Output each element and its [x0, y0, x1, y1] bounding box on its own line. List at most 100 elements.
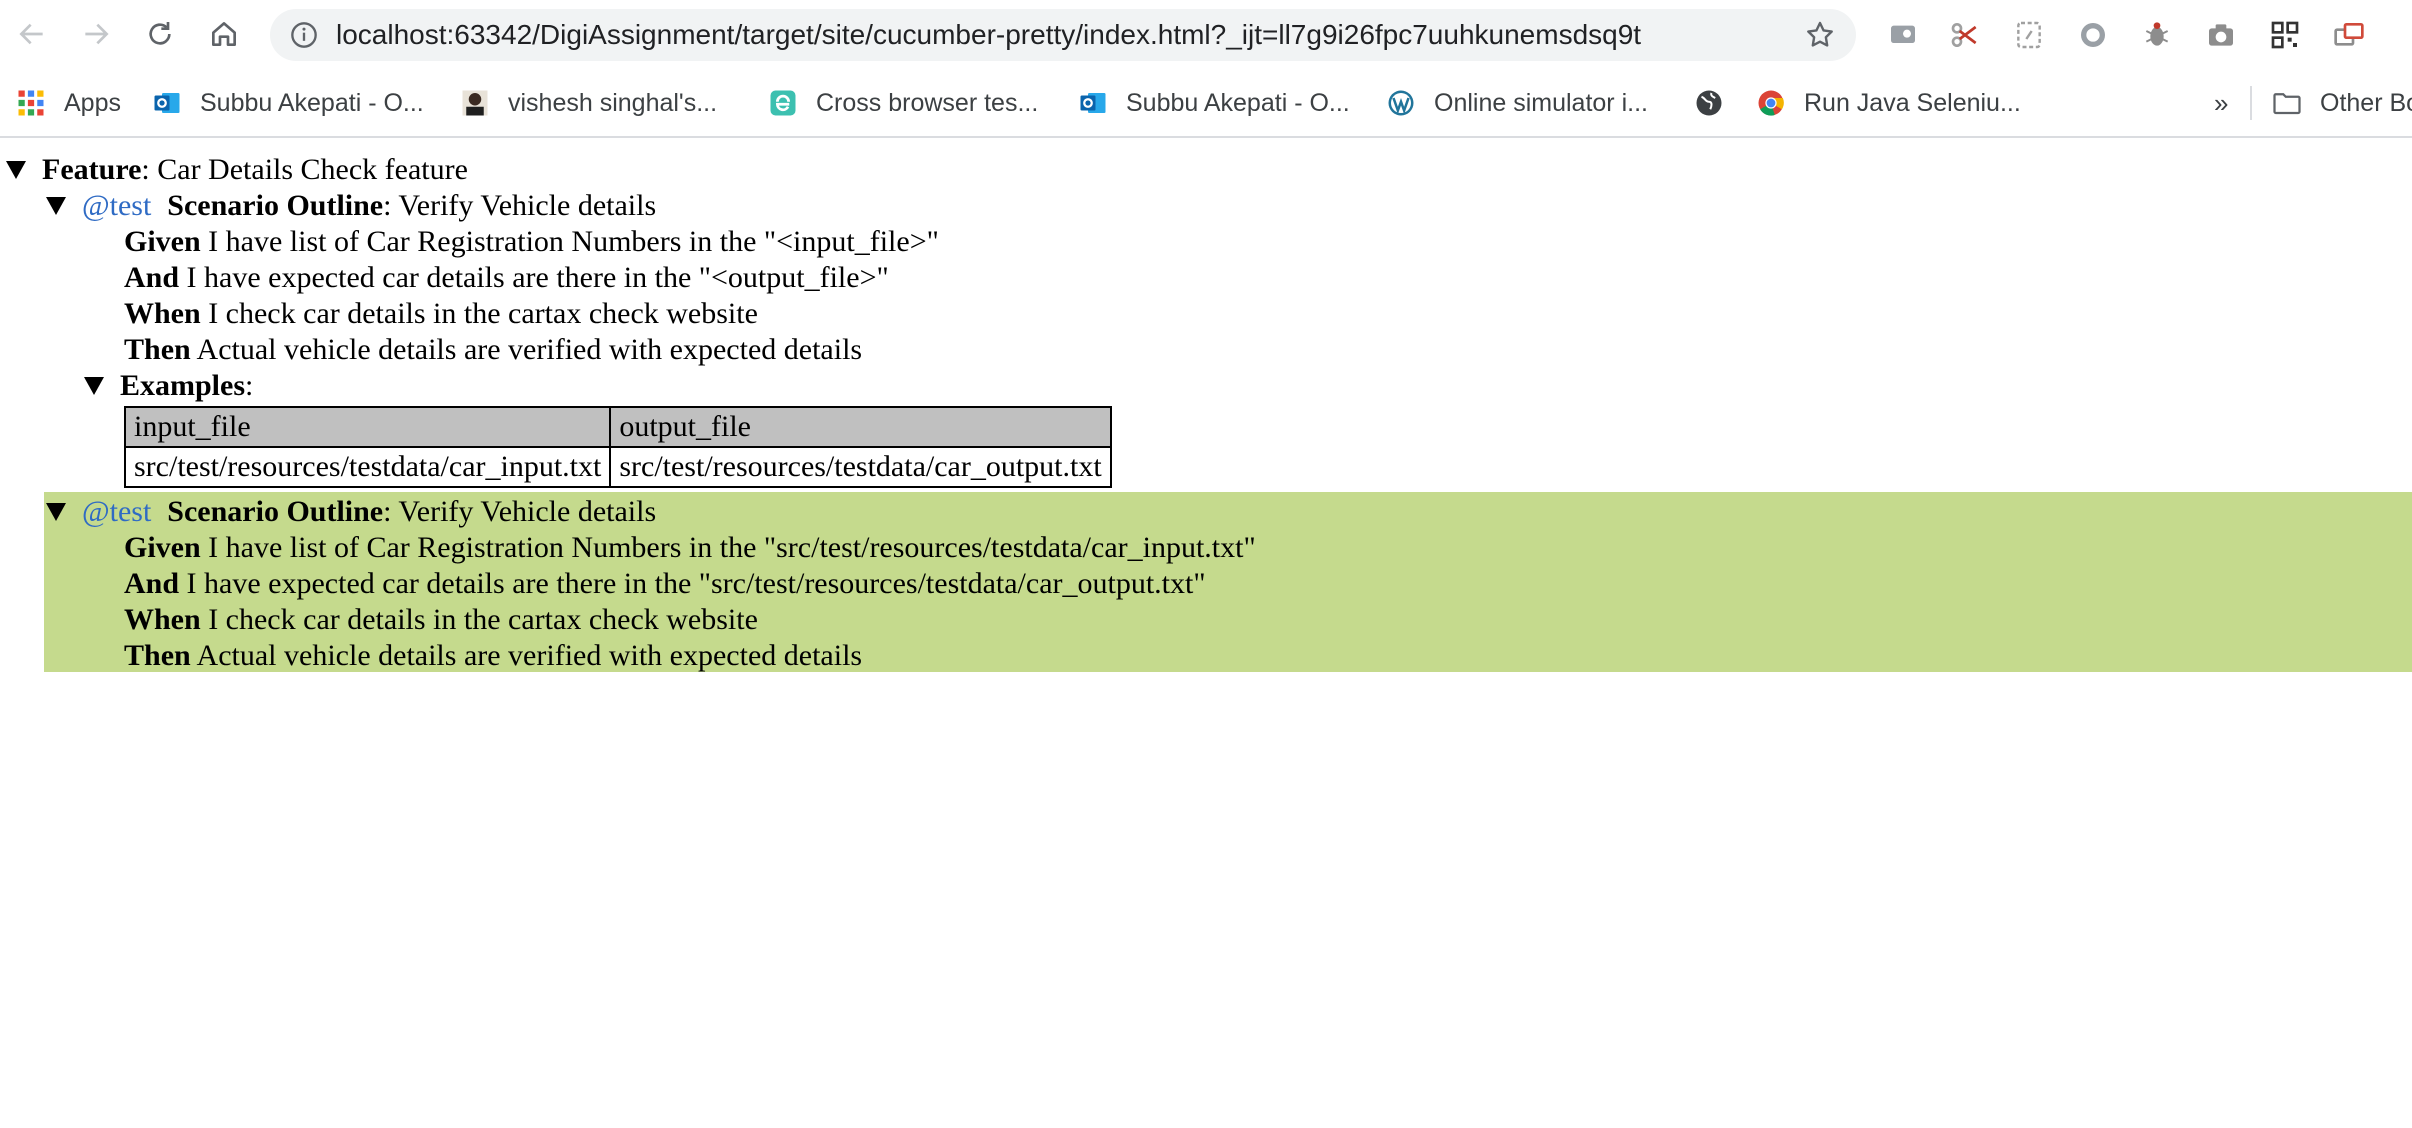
table-cell: src/test/resources/testdata/car_input.tx…	[123, 446, 612, 488]
step-keyword: Then	[124, 333, 191, 366]
back-button[interactable]	[12, 14, 52, 54]
examples-table: input_file output_file src/test/resource…	[123, 406, 1112, 488]
bookmark-vishesh[interactable]: vishesh singhal's...	[460, 70, 717, 136]
cast-icon	[1891, 25, 1915, 43]
step-text: I check car details in the cartax check …	[200, 603, 758, 636]
bookmark-other[interactable]: Other Bo	[2272, 70, 2412, 136]
step-text: I check car details in the cartax check …	[200, 297, 758, 330]
step-keyword: Then	[124, 639, 191, 672]
scenario-keyword: Scenario Outline	[167, 189, 384, 222]
reload-icon	[149, 22, 171, 45]
bookmark-label: Other Bo	[2320, 88, 2412, 117]
extension-scissors-button[interactable]	[1948, 18, 1982, 52]
bookmark-label: Cross browser tes...	[816, 88, 1039, 117]
bookmarks-bar: Apps Subbu Akepati - O... vishesh singha…	[0, 70, 2412, 138]
outlook-icon	[154, 93, 180, 113]
bookmark-outlook-2[interactable]: Subbu Akepati - O...	[1078, 70, 1350, 136]
step-text: Actual vehicle details are verified with…	[190, 639, 863, 672]
home-button[interactable]	[204, 14, 244, 54]
bookmark-star-icon[interactable]	[1804, 19, 1836, 51]
scenario-outline-header[interactable]: @test Scenario Outline: Verify Vehicle de…	[46, 188, 656, 224]
step-text: I have expected car details are there in…	[179, 261, 889, 294]
step: Then Actual vehicle details are verified…	[124, 332, 862, 368]
site-info-icon[interactable]	[290, 21, 318, 49]
chrome-icon	[1758, 90, 1784, 116]
forward-button[interactable]	[76, 14, 116, 54]
apps-grid-icon	[18, 90, 44, 116]
collapse-triangle-icon[interactable]	[46, 503, 66, 522]
step-keyword: Given	[124, 225, 201, 258]
extension-cast-button[interactable]	[1886, 18, 1920, 52]
step-keyword: Given	[124, 531, 201, 564]
bookmark-label: Subbu Akepati - O...	[200, 88, 424, 117]
qr-code-icon	[2271, 21, 2299, 49]
step: Given I have list of Car Registration Nu…	[124, 530, 1256, 566]
scenario-name: : Verify Vehicle details	[383, 495, 657, 528]
bookmark-apps[interactable]: Apps	[16, 70, 121, 136]
bookmarks-overflow-button[interactable]: »	[2214, 70, 2228, 136]
url-text[interactable]: localhost:63342/DigiAssignment/target/si…	[336, 9, 1641, 61]
extension-camera-button[interactable]	[2204, 18, 2238, 52]
collapse-triangle-icon[interactable]	[6, 161, 26, 180]
forward-arrow-icon	[85, 23, 109, 45]
column-header: input_file	[123, 406, 612, 448]
address-bar[interactable]: localhost:63342/DigiAssignment/target/si…	[270, 9, 1856, 61]
bookmark-label: Run Java Seleniu...	[1804, 88, 2021, 117]
step: Then Actual vehicle details are verified…	[124, 638, 862, 674]
bookmark-globe[interactable]	[1694, 70, 1742, 136]
home-icon	[212, 22, 236, 46]
examples-header[interactable]: Examples:	[84, 368, 253, 404]
wordpress-icon	[1388, 90, 1414, 116]
table-cell: src/test/resources/testdata/car_output.t…	[609, 446, 1112, 488]
bookmark-outlook-1[interactable]: Subbu Akepati - O...	[152, 70, 424, 136]
scissors-icon	[1951, 23, 1977, 47]
step-keyword: When	[124, 603, 201, 636]
bookmark-cross-browser[interactable]: Cross browser tes...	[768, 70, 1038, 136]
folder-icon	[2273, 93, 2301, 115]
bookmark-run-java[interactable]: Run Java Seleniu...	[1756, 70, 2021, 136]
step-keyword: And	[124, 261, 180, 294]
scenario-tag: @test	[82, 189, 152, 222]
bookmark-label: vishesh singhal's...	[508, 88, 718, 117]
record-circle-icon	[2081, 23, 2105, 47]
scenario-header[interactable]: @test Scenario Outline: Verify Vehicle de…	[46, 494, 656, 530]
step-text: I have list of Car Registration Numbers …	[200, 225, 939, 258]
step: And I have expected car details are ther…	[124, 566, 1206, 602]
avatar-icon	[462, 90, 488, 116]
step-text: I have expected car details are there in…	[179, 567, 1206, 600]
scenario-name: : Verify Vehicle details	[383, 189, 657, 222]
step: Given I have list of Car Registration Nu…	[124, 224, 939, 260]
extension-screens-button[interactable]	[2332, 18, 2366, 52]
column-header: output_file	[609, 406, 1112, 448]
collapse-triangle-icon[interactable]	[46, 197, 66, 216]
extension-bug-button[interactable]	[2140, 18, 2174, 52]
browser-toolbar: localhost:63342/DigiAssignment/target/si…	[0, 0, 2412, 70]
extension-circle-button[interactable]	[2076, 18, 2110, 52]
bookmark-online-simulator[interactable]: Online simulator i...	[1386, 70, 1648, 136]
camera-icon	[2209, 24, 2233, 46]
screens-icon	[2334, 23, 2364, 46]
examples-colon: :	[245, 369, 254, 402]
scenario-keyword: Scenario Outline	[167, 495, 384, 528]
bookmark-label: Apps	[64, 88, 121, 117]
bookmark-label: Subbu Akepati - O...	[1126, 88, 1350, 117]
outlook-icon	[1080, 93, 1106, 113]
step: And I have expected car details are ther…	[124, 260, 889, 296]
back-arrow-icon	[19, 23, 43, 45]
step-keyword: And	[124, 567, 180, 600]
step-text: Actual vehicle details are verified with…	[190, 333, 863, 366]
scenario-tag: @test	[82, 495, 152, 528]
step-text: I have list of Car Registration Numbers …	[200, 531, 1256, 564]
extension-qr-button[interactable]	[2268, 18, 2302, 52]
cucumber-report: Feature: Car Details Check feature @test…	[0, 138, 2412, 1128]
step-keyword: When	[124, 297, 201, 330]
table-row: src/test/resources/testdata/car_input.tx…	[123, 446, 1112, 488]
extension-dashed-button[interactable]	[2012, 18, 2046, 52]
feature-keyword: Feature	[42, 153, 142, 186]
e-logo-icon	[770, 90, 796, 116]
table-header-row: input_file output_file	[123, 406, 1112, 448]
collapse-triangle-icon[interactable]	[84, 377, 104, 396]
feature-header[interactable]: Feature: Car Details Check feature	[6, 152, 468, 188]
reload-button[interactable]	[140, 14, 180, 54]
dashed-frame-icon	[2017, 21, 2041, 49]
